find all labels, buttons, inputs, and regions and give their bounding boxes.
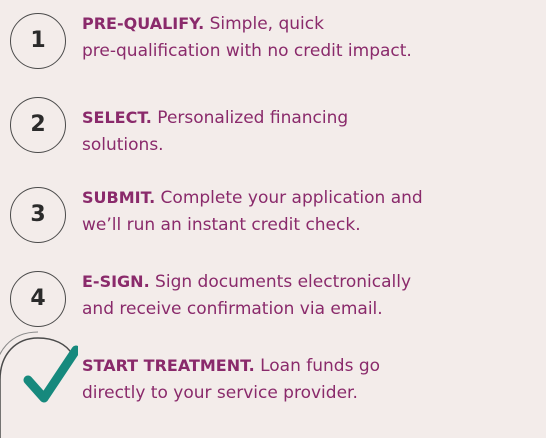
step-1-heading: PRE-QUALIFY.	[82, 14, 205, 33]
step-5-line2: directly to your service provider.	[82, 383, 358, 403]
step-3-line2: we’ll run an instant credit check.	[82, 215, 361, 235]
step-5-text: START TREATMENT. Loan funds go directly …	[82, 352, 542, 407]
steps-list: 1 PRE-QUALIFY. Simple, quick pre-qualifi…	[0, 0, 546, 438]
step-4-heading: E-SIGN.	[82, 272, 150, 291]
step-2-text: SELECT. Personalized financing solutions…	[82, 104, 542, 159]
check-mark	[23, 345, 78, 403]
step-3-heading: SUBMIT.	[82, 188, 156, 207]
step-2-heading: SELECT.	[82, 108, 152, 127]
step-3-line1: Complete your application and	[155, 188, 423, 208]
step-1-line2: pre-qualification with no credit impact.	[82, 41, 412, 61]
step-2-line2: solutions.	[82, 135, 164, 155]
step-1-number-badge: 1	[10, 13, 66, 69]
step-4-number: 4	[30, 286, 46, 311]
step-5-heading: START TREATMENT.	[82, 356, 255, 375]
step-2-number-badge: 2	[10, 97, 66, 153]
checkmark-icon	[0, 331, 78, 438]
step-2-number: 2	[30, 112, 46, 137]
step-3-number: 3	[30, 202, 46, 227]
step-3-number-badge: 3	[10, 187, 66, 243]
step-4-line1: Sign documents electronically	[149, 272, 412, 292]
step-3-text: SUBMIT. Complete your application and we…	[82, 184, 542, 239]
step-1-line1: Simple, quick	[204, 14, 324, 34]
step-1-number: 1	[30, 28, 46, 53]
step-2-line1: Personalized financing	[151, 108, 349, 128]
step-1-text: PRE-QUALIFY. Simple, quick pre-qualifica…	[82, 10, 542, 65]
step-4-text: E-SIGN. Sign documents electronically an…	[82, 268, 542, 323]
step-5-line1: Loan funds go	[254, 356, 381, 376]
step-4-number-badge: 4	[10, 271, 66, 327]
step-4-line2: and receive confirmation via email.	[82, 299, 383, 319]
